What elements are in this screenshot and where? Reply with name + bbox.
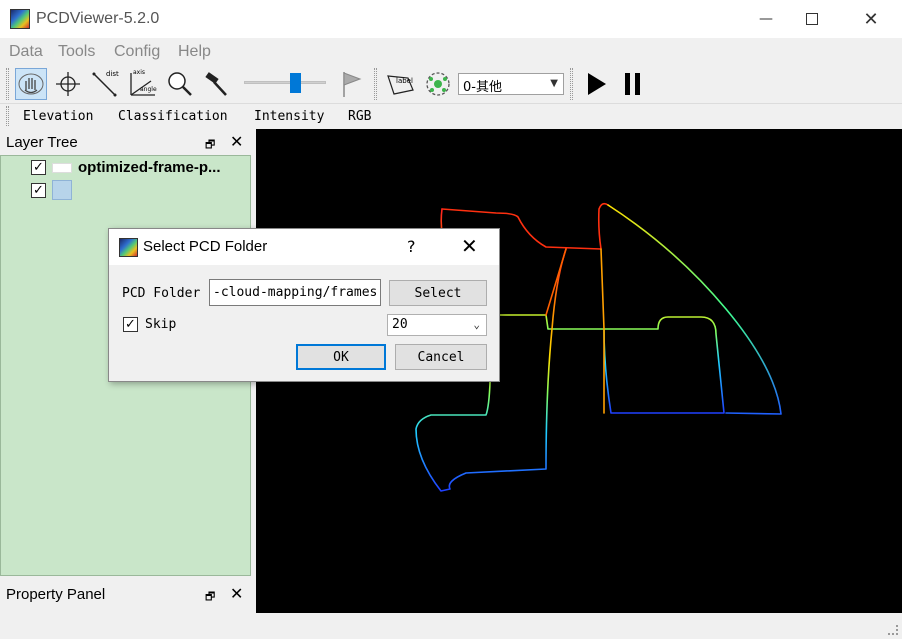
minimize-button[interactable]: — (743, 0, 789, 38)
point-cloud-layer-icon (52, 163, 72, 173)
layer-tree-header: Layer Tree 🗗 ✕ (0, 130, 256, 156)
flag-icon (343, 72, 362, 97)
layer-name[interactable]: optimized-frame-p... (78, 159, 221, 176)
angle-label: angle (140, 86, 157, 93)
main-toolbar: dist axis angle label (0, 64, 902, 104)
cluster-icon (426, 72, 450, 96)
minimize-icon: — (759, 11, 773, 27)
flag-tool[interactable] (335, 68, 367, 100)
toolbar-grip[interactable] (6, 68, 9, 100)
cancel-button[interactable]: Cancel (395, 344, 487, 370)
axis-angle-tool[interactable]: axis angle (126, 68, 158, 100)
property-panel-title: Property Panel (6, 586, 106, 603)
crosshair-tool[interactable] (52, 68, 84, 100)
trajectory-path (607, 204, 782, 415)
app-icon (10, 9, 30, 29)
maximize-icon (806, 13, 818, 25)
label-text: label (396, 77, 413, 85)
label-tool[interactable]: label (385, 68, 417, 100)
cluster-tool[interactable] (422, 68, 454, 100)
ok-button[interactable]: OK (296, 344, 386, 370)
app-icon (119, 238, 138, 257)
distance-label: dist (106, 70, 119, 78)
status-bar (0, 613, 902, 639)
zoom-tool[interactable] (163, 68, 195, 100)
color-mode-bar: Elevation Classification Intensity RGB (0, 104, 902, 129)
mode-rgb[interactable]: RGB (348, 109, 371, 124)
class-combo-value: 0-其他 (463, 80, 502, 95)
trajectory-path (600, 248, 605, 414)
chevron-down-icon: ⌄ (473, 318, 480, 331)
toolbar-grip[interactable] (570, 68, 573, 100)
trajectory-path (545, 248, 567, 316)
skip-label: Skip (145, 317, 177, 332)
close-icon[interactable]: ✕ (461, 234, 478, 258)
toolbar-grip[interactable] (6, 106, 9, 126)
menu-bar: Data Tools Config Help (0, 38, 902, 64)
crosshair-icon (56, 72, 80, 96)
mode-elevation[interactable]: Elevation (23, 109, 93, 124)
select-pcd-folder-dialog: Select PCD Folder ? ✕ PCD Folder -cloud-… (108, 228, 500, 382)
layer-tree-title: Layer Tree (6, 134, 78, 151)
layer-checkbox[interactable]: ✓ (31, 160, 46, 175)
close-icon: ✕ (863, 8, 879, 30)
skip-count-combo[interactable]: 20 ⌄ (387, 314, 487, 336)
pause-button[interactable] (617, 68, 649, 100)
window-title: PCDViewer-5.2.0 (36, 10, 160, 27)
help-icon[interactable]: ? (407, 237, 416, 256)
chevron-down-icon: ▼ (550, 78, 558, 89)
play-button[interactable] (580, 68, 612, 100)
menu-config[interactable]: Config (114, 43, 160, 61)
mode-intensity[interactable]: Intensity (254, 109, 324, 124)
point-size-slider-track[interactable] (244, 81, 326, 84)
select-folder-button[interactable]: Select (389, 280, 487, 306)
resize-grip-icon[interactable] (888, 625, 898, 635)
menu-tools[interactable]: Tools (58, 43, 95, 61)
play-icon (588, 73, 606, 95)
dock-close-icon[interactable]: ✕ (230, 132, 243, 151)
trajectory-layer-icon (52, 180, 72, 200)
hammer-icon (205, 72, 227, 96)
axis-label: axis (133, 69, 146, 76)
point-size-slider-thumb[interactable] (290, 73, 301, 93)
property-panel-header: Property Panel 🗗 ✕ (0, 582, 256, 608)
skip-checkbox[interactable]: ✓ (123, 317, 138, 332)
pcd-folder-label: PCD Folder (122, 286, 201, 301)
dock-close-icon[interactable]: ✕ (230, 584, 243, 603)
float-icon[interactable]: 🗗 (205, 136, 215, 155)
menu-data[interactable]: Data (9, 43, 43, 61)
float-icon[interactable]: 🗗 (205, 588, 215, 607)
dialog-title: Select PCD Folder (143, 238, 268, 255)
pause-icon (625, 73, 640, 95)
hammer-tool[interactable] (200, 68, 232, 100)
distance-tool[interactable]: dist (89, 68, 121, 100)
title-bar: PCDViewer-5.2.0 — ✕ (0, 0, 902, 38)
maximize-button[interactable] (789, 0, 835, 38)
pcd-folder-input[interactable]: -cloud-mapping/frames (209, 279, 381, 306)
hand-select-icon (18, 73, 44, 95)
skip-count-value: 20 (392, 317, 408, 332)
mode-classification[interactable]: Classification (118, 109, 228, 124)
hand-select-tool[interactable] (15, 68, 47, 100)
class-combo[interactable]: 0-其他 ▼ (458, 73, 564, 95)
layer-checkbox[interactable]: ✓ (31, 183, 46, 198)
menu-help[interactable]: Help (178, 43, 211, 61)
close-button[interactable]: ✕ (848, 0, 894, 38)
toolbar-grip[interactable] (374, 68, 377, 100)
zoom-icon (168, 72, 192, 96)
dialog-title-bar: Select PCD Folder ? ✕ (109, 229, 499, 265)
